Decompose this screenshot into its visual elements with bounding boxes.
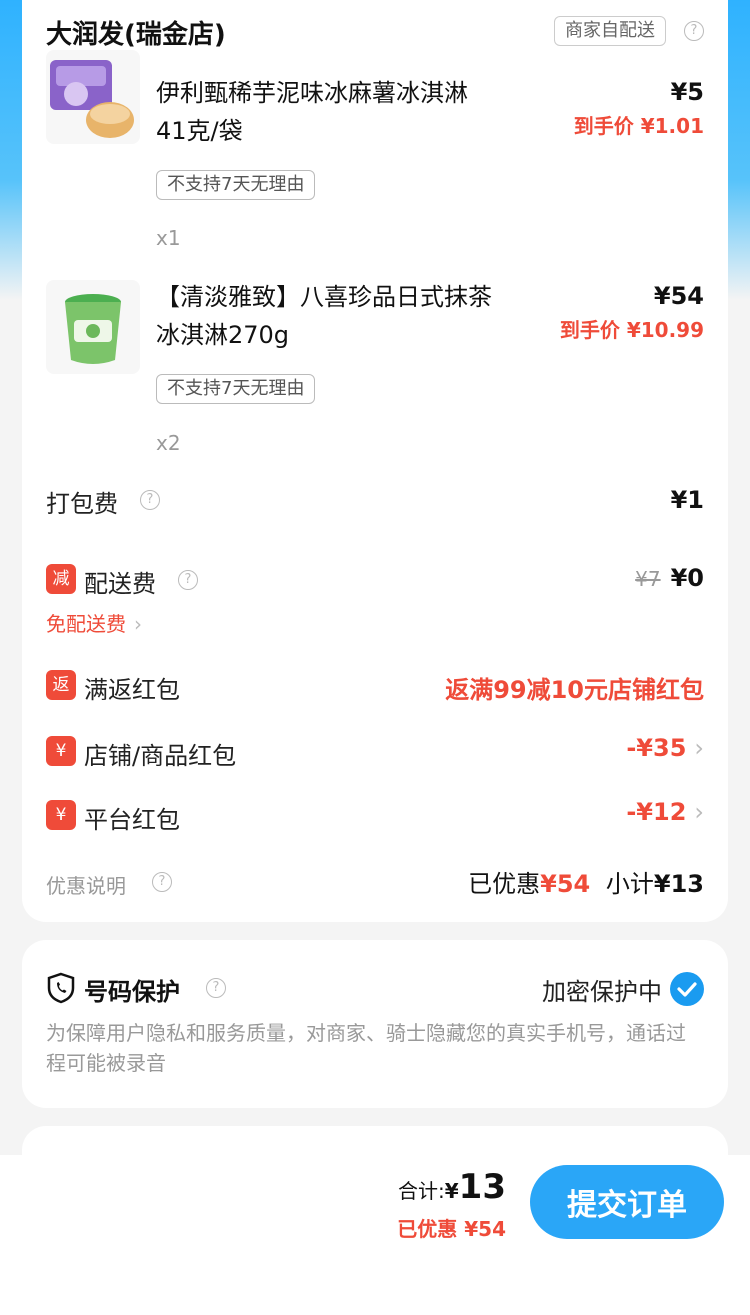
free-delivery-link[interactable]: 免配送费 › — [46, 608, 142, 637]
help-icon[interactable]: ? — [140, 490, 160, 510]
platform-red-packet-value: -¥12 — [626, 798, 687, 826]
return-policy-tag: 不支持7天无理由 — [156, 170, 316, 200]
product-image[interactable] — [46, 50, 140, 144]
matcha-ice-cream-image — [65, 294, 121, 364]
cashback-label: 满返红包 — [84, 676, 180, 704]
delivery-fee-original: ¥7 — [635, 567, 661, 591]
product-final-price: 到手价 ¥10.99 — [559, 318, 704, 342]
delivery-type-badge: 商家自配送 — [554, 16, 666, 46]
shop-red-packet-badge: ¥ — [46, 736, 76, 766]
total-amount: 13 — [458, 1167, 506, 1207]
help-icon[interactable]: ? — [152, 872, 172, 892]
cashback-value: 返满99减10元店铺红包 — [445, 676, 704, 704]
platform-red-packet-badge: ¥ — [46, 800, 76, 830]
help-icon[interactable]: ? — [206, 978, 226, 998]
product-quantity: x2 — [156, 431, 181, 455]
phone-shield-icon — [47, 972, 75, 1004]
cashback-badge: 返 — [46, 670, 76, 700]
saved-value: ¥54 — [540, 870, 591, 898]
help-icon[interactable]: ? — [178, 570, 198, 590]
subtotal-value: ¥13 — [653, 870, 704, 898]
total-line: 合计:¥13 — [398, 1167, 506, 1207]
ice-cream-mochi-image — [50, 60, 134, 138]
number-protection-description: 为保障用户隐私和服务质量，对商家、骑士隐藏您的真实手机号，通话过程可能被录音 — [46, 1021, 686, 1075]
number-protection-card: 号码保护 ? 加密保护中 为保障用户隐私和服务质量，对商家、骑士隐藏您的真实手机… — [22, 940, 728, 1108]
encryption-status: 加密保护中 — [542, 978, 662, 1006]
return-policy-tag: 不支持7天无理由 — [156, 374, 316, 404]
submit-order-button[interactable]: 提交订单 — [530, 1165, 724, 1239]
chevron-right-icon: › — [134, 612, 142, 636]
help-icon[interactable]: ? — [684, 21, 704, 41]
shop-red-packet-selector[interactable]: -¥35 › — [626, 734, 704, 762]
discount-badge: 减 — [46, 564, 76, 594]
number-protection-title: 号码保护 — [84, 978, 180, 1006]
product-quantity: x1 — [156, 226, 181, 250]
delivery-fee-label: 配送费 — [84, 570, 156, 598]
platform-red-packet-selector[interactable]: -¥12 › — [626, 798, 704, 826]
chevron-right-icon: › — [694, 798, 704, 826]
platform-red-packet-label: 平台红包 — [84, 806, 180, 834]
saved-label: 已优惠 — [468, 870, 541, 898]
order-summary: 已优惠¥54 小计¥13 — [468, 864, 704, 899]
discount-note-label[interactable]: 优惠说明 — [46, 870, 126, 899]
packing-fee-value: ¥1 — [670, 486, 704, 514]
product-image[interactable] — [46, 280, 140, 374]
product-price: ¥5 — [670, 78, 704, 106]
product-price: ¥54 — [653, 282, 704, 310]
subtotal-label: 小计 — [605, 870, 654, 898]
checkout-bar: 合计:¥13 已优惠 ¥54 提交订单 — [0, 1155, 750, 1315]
check-glyph — [677, 982, 697, 997]
product-name[interactable]: 【清淡雅致】八喜珍品日式抹茶冰淇淋270g — [156, 278, 496, 354]
delivery-fee-value: ¥0 — [670, 564, 704, 592]
shop-red-packet-value: -¥35 — [626, 734, 687, 762]
free-delivery-label: 免配送费 — [46, 612, 126, 636]
store-name[interactable]: 大润发(瑞金店) — [46, 14, 226, 51]
product-name[interactable]: 伊利甄稀芋泥味冰麻薯冰淇淋41克/袋 — [156, 74, 496, 150]
packing-fee-label: 打包费 — [46, 490, 118, 518]
order-card: 大润发(瑞金店) 商家自配送 ? 伊利甄稀芋泥味冰麻薯冰淇淋41克/袋 ¥5 到… — [22, 0, 728, 922]
checkmark-icon[interactable] — [670, 972, 704, 1006]
chevron-right-icon: › — [694, 734, 704, 762]
saved-summary: 已优惠 ¥54 — [397, 1217, 506, 1241]
total-currency: ¥ — [444, 1179, 459, 1203]
product-final-price: 到手价 ¥1.01 — [573, 114, 704, 138]
delivery-fee-value-group: ¥7 ¥0 — [635, 564, 704, 592]
total-label: 合计: — [398, 1179, 445, 1203]
shop-red-packet-label: 店铺/商品红包 — [84, 742, 237, 770]
